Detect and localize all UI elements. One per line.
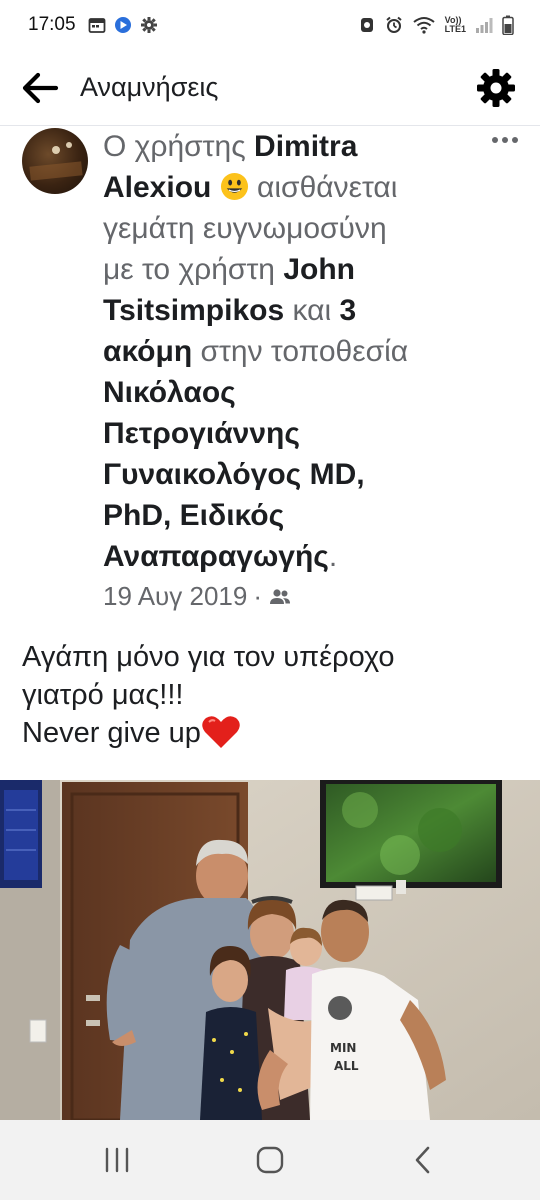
friends-icon[interactable] bbox=[268, 585, 292, 609]
post-meta: 19 Αυγ 2019 · bbox=[103, 581, 292, 612]
recent-apps-button[interactable] bbox=[87, 1135, 147, 1185]
family-photo-image: MIN ALL bbox=[0, 780, 540, 1120]
wifi-icon bbox=[413, 17, 435, 34]
arrow-left-icon bbox=[22, 72, 59, 103]
separator: · bbox=[253, 581, 263, 611]
more-options-button[interactable] bbox=[488, 128, 522, 152]
app-header: Αναμνήσεις bbox=[0, 50, 540, 126]
volte-lte-icon: Vo)) LTE1 bbox=[445, 16, 466, 34]
body-line-2: γιατρό μας!!! bbox=[22, 679, 184, 711]
tagged-name-last[interactable]: Tsitsimpikos bbox=[103, 294, 284, 327]
others-label[interactable]: ακόμη bbox=[103, 335, 192, 368]
tagged-name-first[interactable]: John bbox=[283, 253, 355, 286]
red-heart-icon bbox=[202, 716, 240, 748]
body-line-3: Never give up bbox=[22, 717, 201, 749]
alarm-profile-icon bbox=[360, 18, 373, 32]
prefix-text: Ο χρήστης bbox=[103, 130, 246, 163]
calendar-icon bbox=[88, 18, 105, 33]
back-button[interactable] bbox=[18, 66, 62, 110]
more-dot bbox=[492, 137, 498, 143]
body-line-3-wrap: Never give up bbox=[22, 714, 522, 752]
status-time: 17:05 bbox=[28, 14, 76, 35]
status-bar: 17:05 Vo)) LTE1 bbox=[0, 0, 540, 50]
network-label-bottom: LTE1 bbox=[444, 24, 466, 34]
back-chevron-icon bbox=[416, 1146, 430, 1174]
body-line-1: Αγάπη μόνο για τον υπέροχο bbox=[22, 641, 395, 673]
status-left-icons bbox=[88, 16, 158, 34]
system-nav-bar bbox=[0, 1120, 540, 1200]
status-right-icons: Vo)) LTE1 bbox=[358, 15, 514, 35]
more-dot bbox=[512, 137, 518, 143]
place-line-1[interactable]: Νικόλαος bbox=[103, 376, 236, 409]
post-header-text: Ο χρήστης Dimitra Alexiou αισθάνεται γεμ… bbox=[103, 126, 483, 577]
home-button[interactable] bbox=[240, 1135, 300, 1185]
alarm-clock-icon bbox=[386, 16, 402, 33]
signal-icon bbox=[476, 18, 493, 33]
recent-apps-icon bbox=[105, 1147, 128, 1173]
at-text: στην τοποθεσία bbox=[200, 335, 409, 368]
gear-icon bbox=[477, 68, 515, 107]
battery-icon bbox=[502, 15, 514, 35]
post-date[interactable]: 19 Αυγ 2019 bbox=[103, 581, 247, 612]
place-line-3[interactable]: Γυναικολόγος MD, bbox=[103, 458, 365, 491]
page-title: Αναμνήσεις bbox=[80, 72, 219, 102]
home-icon bbox=[256, 1146, 284, 1174]
play-app-icon bbox=[114, 17, 131, 33]
place-line-5[interactable]: Αναπαραγωγής bbox=[103, 540, 329, 573]
more-dot bbox=[502, 137, 508, 143]
smiling-face-icon bbox=[220, 172, 248, 201]
with-text: με το χρήστη bbox=[103, 253, 275, 286]
post-photo[interactable]: MIN ALL bbox=[0, 780, 540, 1120]
others-count[interactable]: 3 bbox=[340, 294, 357, 327]
gear-icon bbox=[140, 17, 157, 33]
author-name-first[interactable]: Dimitra bbox=[254, 130, 357, 163]
system-back-button[interactable] bbox=[393, 1135, 453, 1185]
tshirt-text-1: MIN bbox=[330, 1041, 356, 1055]
place-line-4[interactable]: PhD, Ειδικός bbox=[103, 499, 284, 532]
avatar[interactable] bbox=[22, 128, 88, 194]
period: . bbox=[328, 540, 338, 573]
tshirt-text-2: ALL bbox=[334, 1059, 359, 1073]
and-text: και bbox=[292, 294, 332, 327]
post-body: Αγάπη μόνο για τον υπέροχο γιατρό μας!!!… bbox=[22, 638, 522, 752]
place-line-2[interactable]: Πετρογιάννης bbox=[103, 417, 300, 450]
feeling-text: αισθάνεται bbox=[257, 171, 398, 204]
feeling-line2: γεμάτη ευγνωμοσύνη bbox=[103, 212, 387, 245]
settings-button[interactable] bbox=[474, 66, 518, 110]
author-name-last[interactable]: Alexiou bbox=[103, 171, 211, 204]
